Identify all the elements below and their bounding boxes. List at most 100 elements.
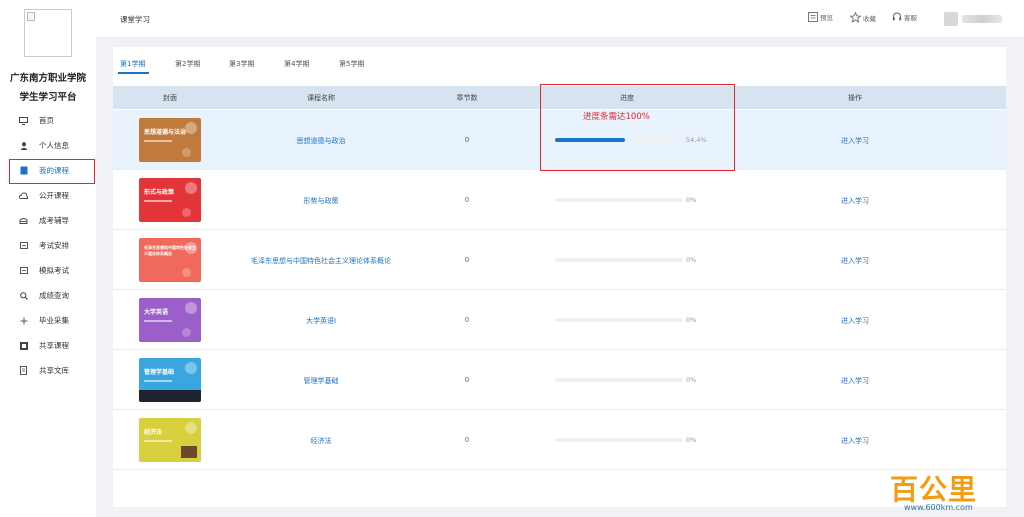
course-name-link[interactable]: 经济法 xyxy=(311,436,332,446)
table-row: 经济法 经济法 0 0% 进入学习 xyxy=(113,410,1006,470)
course-cover-image[interactable]: 思想道德与法治 xyxy=(139,118,201,162)
progress-text: 0% xyxy=(686,256,697,264)
course-cover-image[interactable]: 管理学基础 xyxy=(139,358,201,402)
sidebar-item-label: 成绩查询 xyxy=(39,291,69,300)
start-learning-link[interactable]: 进入学习 xyxy=(841,316,869,326)
progress-text: 0% xyxy=(686,316,697,324)
tab-semester-1[interactable]: 第1学期 xyxy=(120,59,145,69)
progress-bar xyxy=(555,378,683,382)
sidebar-item-label: 成考辅导 xyxy=(39,216,69,225)
annotation-text: 进度条需达100% xyxy=(583,112,650,122)
start-learning-link[interactable]: 进入学习 xyxy=(841,376,869,386)
column-header-chapters: 章节数 xyxy=(456,94,478,102)
active-tab-indicator xyxy=(118,72,149,74)
cover-title: 经济法 xyxy=(144,429,163,436)
sidebar: 广东南方职业学院 学生学习平台 首页 个人信息 我的课程 公开课程 成考辅导 考… xyxy=(0,0,96,517)
sidebar-item-exam-tutoring[interactable]: 成考辅导 xyxy=(0,208,96,233)
table-row: 毛泽东思想和中国特色社会主义理论体系概论 毛泽东思想与中国特色社会主义理论体系概… xyxy=(113,230,1006,290)
progress-text: 0% xyxy=(686,436,697,444)
share-icon xyxy=(19,341,28,350)
table-row: 管理学基础 管理学基础 0 0% 进入学习 xyxy=(113,350,1006,410)
course-cover-image[interactable]: 毛泽东思想和中国特色社会主义理论体系概论 xyxy=(139,238,201,282)
progress-bar xyxy=(555,258,683,262)
customer-service-label: 客服 xyxy=(904,14,917,22)
tab-semester-3[interactable]: 第3学期 xyxy=(229,59,254,69)
user-icon xyxy=(19,141,28,150)
course-name-link[interactable]: 大学英语Ⅰ xyxy=(306,316,336,326)
favorite-button[interactable]: 收藏 xyxy=(850,12,876,23)
monitor-icon xyxy=(19,116,28,125)
course-name-link[interactable]: 思想道德与政治 xyxy=(297,136,346,146)
tab-semester-2[interactable]: 第2学期 xyxy=(175,59,200,69)
course-name-link[interactable]: 毛泽东思想与中国特色社会主义理论体系概论 xyxy=(251,256,391,266)
chapter-count: 0 xyxy=(464,256,470,264)
table-row: 形式与政策 形势与政策 0 0% 进入学习 xyxy=(113,170,1006,230)
preview-icon xyxy=(808,12,818,22)
top-header: 课堂学习 预览 收藏 客服 xyxy=(96,0,1024,38)
sidebar-item-mock-exam[interactable]: 模拟考试 xyxy=(0,258,96,283)
sidebar-item-graduation-collection[interactable]: 毕业采集 xyxy=(0,308,96,333)
school-name: 广东南方职业学院 xyxy=(9,73,86,84)
progress-bar xyxy=(555,198,683,202)
sidebar-item-label: 模拟考试 xyxy=(39,266,69,275)
document-icon xyxy=(19,366,28,375)
sidebar-item-home[interactable]: 首页 xyxy=(0,108,96,133)
progress-bar xyxy=(555,318,683,322)
platform-name: 学生学习平台 xyxy=(19,92,77,103)
sidebar-item-score-query[interactable]: 成绩查询 xyxy=(0,283,96,308)
list-icon xyxy=(19,266,28,275)
sidebar-menu: 首页 个人信息 我的课程 公开课程 成考辅导 考试安排 模拟考试 成绩查询 毕业… xyxy=(0,108,96,383)
tab-semester-4[interactable]: 第4学期 xyxy=(284,59,309,69)
watermark: 百公里 www.600km.com xyxy=(880,466,1024,517)
sidebar-item-profile[interactable]: 个人信息 xyxy=(0,133,96,158)
user-name-blurred[interactable] xyxy=(962,15,1002,23)
broken-image-icon xyxy=(27,12,35,21)
chapter-count: 0 xyxy=(464,196,470,204)
cover-title: 大学英语 xyxy=(144,309,169,316)
cover-title: 形式与政策 xyxy=(144,189,175,196)
table-row: 大学英语 大学英语Ⅰ 0 0% 进入学习 xyxy=(113,290,1006,350)
tab-semester-5[interactable]: 第5学期 xyxy=(339,59,364,69)
sidebar-item-exam-schedule[interactable]: 考试安排 xyxy=(0,233,96,258)
sidebar-item-label: 毕业采集 xyxy=(39,316,69,325)
chapter-count: 0 xyxy=(464,436,470,444)
sidebar-item-shared-library[interactable]: 共享文库 xyxy=(0,358,96,383)
column-header-course-name: 课程名称 xyxy=(307,94,335,102)
preview-button[interactable]: 预览 xyxy=(808,12,833,22)
start-learning-link[interactable]: 进入学习 xyxy=(841,256,869,266)
start-learning-link[interactable]: 进入学习 xyxy=(841,196,869,206)
start-learning-link[interactable]: 进入学习 xyxy=(841,136,869,146)
course-cover-image[interactable]: 形式与政策 xyxy=(139,178,201,222)
sidebar-item-label: 共享文库 xyxy=(39,366,69,375)
sidebar-item-label: 公开课程 xyxy=(39,191,69,200)
column-header-cover: 封面 xyxy=(163,94,177,102)
graduation-icon xyxy=(19,216,28,225)
favorite-label: 收藏 xyxy=(863,14,876,23)
sidebar-item-public-courses[interactable]: 公开课程 xyxy=(0,183,96,208)
search-icon xyxy=(19,291,28,300)
sidebar-item-label: 首页 xyxy=(39,116,54,125)
start-learning-link[interactable]: 进入学习 xyxy=(841,436,869,446)
watermark-url: www.600km.com xyxy=(904,503,973,512)
course-name-link[interactable]: 管理学基础 xyxy=(304,376,339,386)
avatar[interactable] xyxy=(944,12,958,26)
preview-label: 预览 xyxy=(820,14,833,22)
book-icon xyxy=(19,166,28,175)
sidebar-item-label: 我的课程 xyxy=(39,166,69,175)
sidebar-item-my-courses[interactable]: 我的课程 xyxy=(0,158,96,184)
sidebar-item-label: 个人信息 xyxy=(39,141,69,150)
customer-service-button[interactable]: 客服 xyxy=(892,12,917,22)
column-header-action: 操作 xyxy=(848,94,862,102)
plus-icon xyxy=(19,316,28,325)
course-cover-image[interactable]: 经济法 xyxy=(139,418,201,462)
sidebar-item-shared-courses[interactable]: 共享课程 xyxy=(0,333,96,358)
course-name-link[interactable]: 形势与政策 xyxy=(304,196,339,206)
progress-text: 0% xyxy=(686,196,697,204)
progress-text: 0% xyxy=(686,376,697,384)
semester-tabs: 第1学期 第2学期 第3学期 第4学期 第5学期 xyxy=(113,47,1006,75)
school-logo-image xyxy=(24,9,72,57)
progress-bar xyxy=(555,438,683,442)
course-cover-image[interactable]: 大学英语 xyxy=(139,298,201,342)
sidebar-item-label: 共享课程 xyxy=(39,341,69,350)
chapter-count: 0 xyxy=(464,376,470,384)
